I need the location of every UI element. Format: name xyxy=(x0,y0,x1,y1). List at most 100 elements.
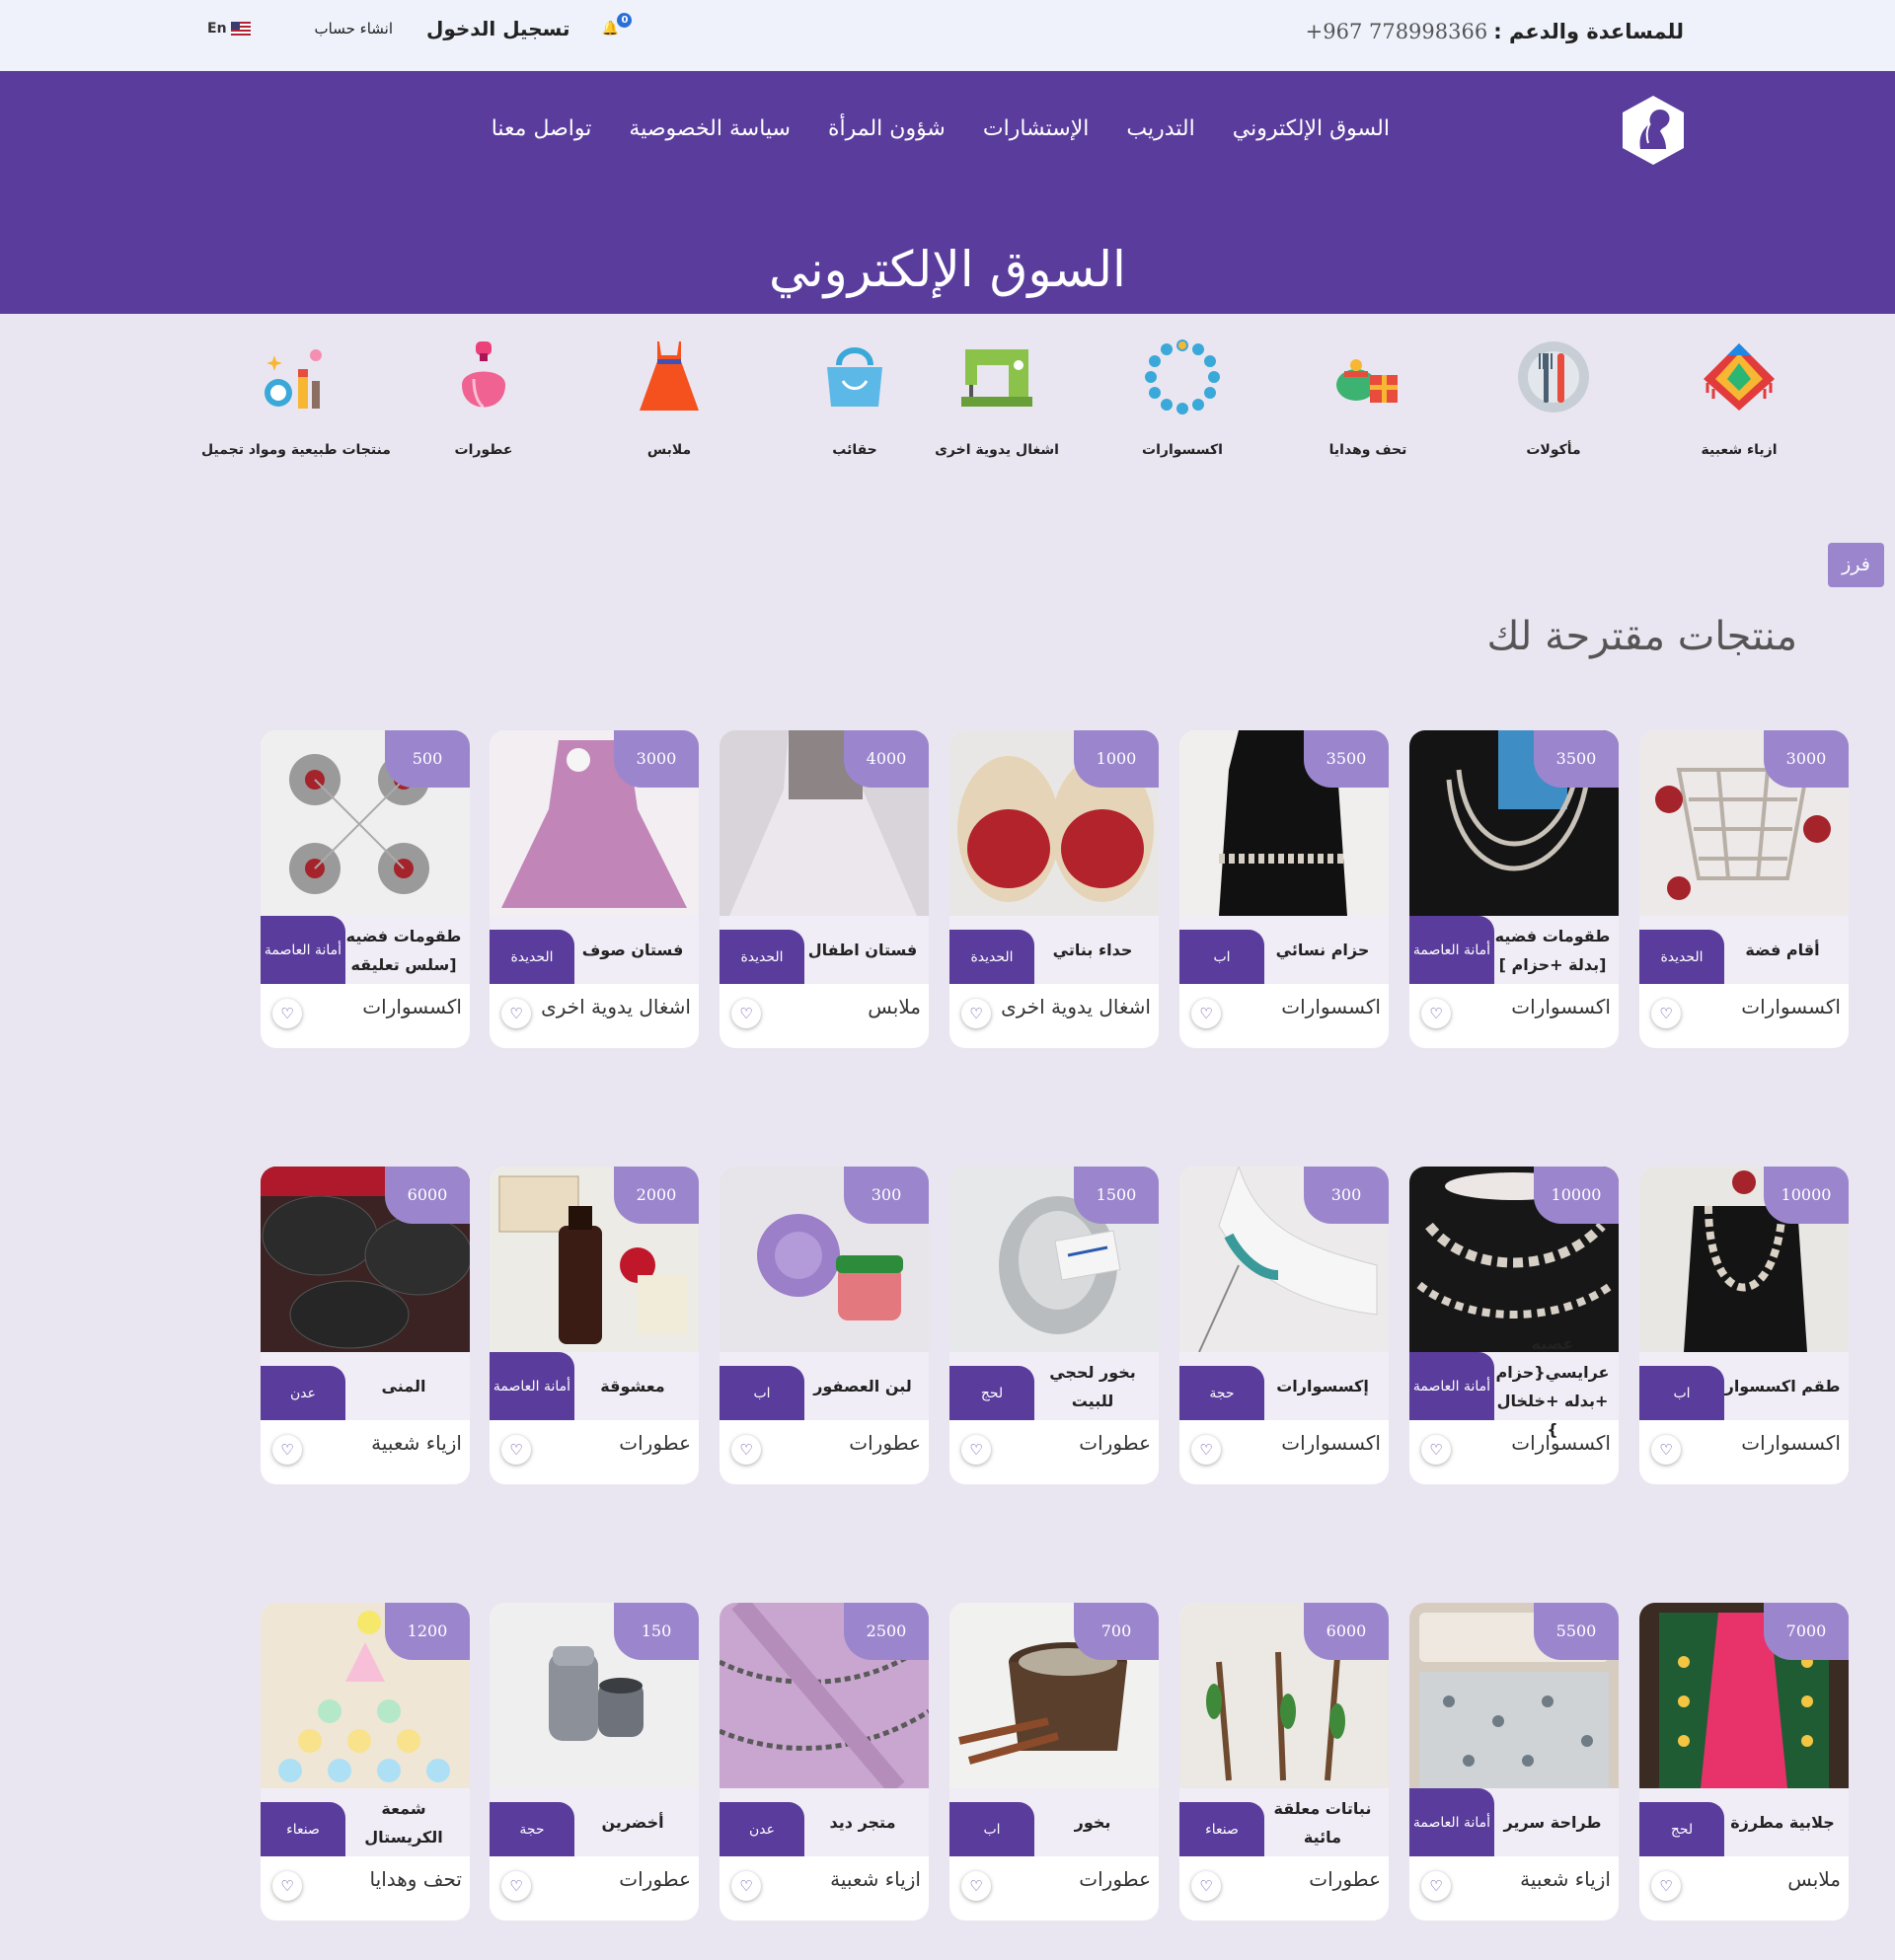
heart-icon[interactable]: ♡ xyxy=(1651,999,1681,1028)
category-natural-cosmetics[interactable]: منتجات طبيعية ومواد تجميل xyxy=(197,336,395,458)
product-card[interactable]: 10000 عصبه عرايسي{حزام +بدله +خلخال } أم… xyxy=(1409,1167,1619,1484)
sort-button[interactable]: فرز xyxy=(1828,543,1884,587)
product-card[interactable]: 3000 فستان صوف الحديدة اشغال يدوية اخرى … xyxy=(490,730,699,1048)
nav-consultations[interactable]: الإستشارات xyxy=(983,116,1090,141)
product-category[interactable]: عطورات xyxy=(1079,1867,1151,1891)
product-info: إكسسوارات حجة xyxy=(1179,1352,1389,1420)
product-category[interactable]: اكسسوارات xyxy=(1741,995,1841,1018)
nav-market[interactable]: السوق الإلكتروني xyxy=(1233,116,1390,141)
product-category[interactable]: اكسسوارات xyxy=(1511,995,1611,1018)
heart-icon[interactable]: ♡ xyxy=(501,1871,531,1901)
product-category[interactable]: ملابس xyxy=(868,995,921,1018)
page-title: السوق الإلكتروني xyxy=(769,241,1126,298)
product-category[interactable]: اشغال يدوية اخرى xyxy=(541,995,691,1018)
product-card[interactable]: 1500 بخور لحجي للبيت لحج عطورات ♡ xyxy=(949,1167,1159,1484)
category-traditional-fashion[interactable]: ازياء شعبية xyxy=(1640,336,1838,458)
site-logo[interactable] xyxy=(1621,94,1686,167)
product-category[interactable]: عطورات xyxy=(1309,1867,1381,1891)
nav-privacy[interactable]: سياسة الخصوصية xyxy=(629,116,791,141)
product-card[interactable]: 2500 متجر ديد عدن ازياء شعبية ♡ xyxy=(720,1603,929,1921)
heart-icon[interactable]: ♡ xyxy=(731,999,761,1028)
category-bags[interactable]: حقائب xyxy=(756,336,953,458)
product-card[interactable]: 500 طقومات فضيه [سلس تعليقه أمانة العاصم… xyxy=(261,730,470,1048)
heart-icon[interactable]: ♡ xyxy=(1421,1435,1451,1465)
product-category[interactable]: ازياء شعبية xyxy=(1520,1867,1611,1891)
product-card[interactable]: 300 إكسسوارات حجة اكسسوارات ♡ xyxy=(1179,1167,1389,1484)
category-label: منتجات طبيعية ومواد تجميل xyxy=(201,442,391,458)
product-price: 10000 xyxy=(1764,1167,1849,1224)
heart-icon[interactable]: ♡ xyxy=(272,1435,302,1465)
product-card[interactable]: 700 بخور اب عطورات ♡ xyxy=(949,1603,1159,1921)
product-category[interactable]: عطورات xyxy=(849,1431,921,1455)
product-category[interactable]: ازياء شعبية xyxy=(830,1867,921,1891)
category-perfumes[interactable]: عطورات xyxy=(385,336,582,458)
product-info: طراحة سرير أمانة العاصمة xyxy=(1409,1788,1619,1856)
product-location: الحديدة xyxy=(490,930,574,984)
support-phone[interactable]: +967 778998366 xyxy=(1306,20,1488,43)
product-category[interactable]: اشغال يدوية اخرى xyxy=(1001,995,1151,1018)
notification-bell[interactable]: 🔔 0 xyxy=(601,13,633,37)
product-category[interactable]: اكسسوارات xyxy=(1281,1431,1381,1455)
heart-icon[interactable]: ♡ xyxy=(1651,1871,1681,1901)
heart-icon[interactable]: ♡ xyxy=(501,1435,531,1465)
product-card[interactable]: 150 أخضرين حجة عطورات ♡ xyxy=(490,1603,699,1921)
product-card[interactable]: 10000 طقم اكسسوار اب اكسسوارات ♡ xyxy=(1639,1167,1849,1484)
category-gifts[interactable]: تحف وهدايا xyxy=(1269,336,1467,458)
heart-icon[interactable]: ♡ xyxy=(1651,1435,1681,1465)
nav-contact[interactable]: تواصل معنا xyxy=(492,116,592,141)
nav-women-affairs[interactable]: شؤون المرأة xyxy=(828,116,946,141)
heart-icon[interactable]: ♡ xyxy=(501,999,531,1028)
heart-icon[interactable]: ♡ xyxy=(961,1435,991,1465)
category-label: ملابس xyxy=(646,442,692,458)
nav-training[interactable]: التدريب xyxy=(1126,116,1194,141)
product-info: بخور اب xyxy=(949,1788,1159,1856)
login-link[interactable]: تسجيل الدخول xyxy=(426,17,569,40)
product-category[interactable]: اكسسوارات xyxy=(362,995,462,1018)
product-card[interactable]: 3000 أقام فضة الحديدة اكسسوارات ♡ xyxy=(1639,730,1849,1048)
product-card[interactable]: 3500 طقومات فضيه [بدلة +حزام ] أمانة الع… xyxy=(1409,730,1619,1048)
product-category[interactable]: عطورات xyxy=(619,1431,691,1455)
product-card[interactable]: 5500 طراحة سرير أمانة العاصمة ازياء شعبي… xyxy=(1409,1603,1619,1921)
product-info: المنى عدن xyxy=(261,1352,470,1420)
heart-icon[interactable]: ♡ xyxy=(272,999,302,1028)
category-food[interactable]: مأكولات xyxy=(1455,336,1652,458)
signup-link[interactable]: انشاء حساب xyxy=(315,20,393,38)
product-name: متجر ديد xyxy=(829,1813,896,1832)
product-category[interactable]: اكسسوارات xyxy=(1741,1431,1841,1455)
product-card[interactable]: 4000 فستان اطفال الحديدة ملابس ♡ xyxy=(720,730,929,1048)
product-card[interactable]: 2000 معشوقة أمانة العاصمة عطورات ♡ xyxy=(490,1167,699,1484)
product-card[interactable]: 7000 جلابية مطرزة لحج ملابس ♡ xyxy=(1639,1603,1849,1921)
language-switch[interactable]: En xyxy=(207,21,251,37)
heart-icon[interactable]: ♡ xyxy=(1421,999,1451,1028)
sewing-machine-icon xyxy=(961,349,1032,407)
product-card[interactable]: 3500 حزام نسائي اب اكسسوارات ♡ xyxy=(1179,730,1389,1048)
heart-icon[interactable]: ♡ xyxy=(1191,999,1221,1028)
product-card[interactable]: 1000 حداء بناتي الحديدة اشغال يدوية اخرى… xyxy=(949,730,1159,1048)
heart-icon[interactable]: ♡ xyxy=(1191,1871,1221,1901)
product-card[interactable]: 6000 نباتات معلقة مائية صنعاء عطورات ♡ xyxy=(1179,1603,1389,1921)
heart-icon[interactable]: ♡ xyxy=(961,1871,991,1901)
category-clothes[interactable]: ملابس xyxy=(570,336,768,458)
heart-icon[interactable]: ♡ xyxy=(961,999,991,1028)
product-card[interactable]: 1200 شمعة الكريستال صنعاء تحف وهدايا ♡ xyxy=(261,1603,470,1921)
heart-icon[interactable]: ♡ xyxy=(731,1871,761,1901)
product-price: 3000 xyxy=(614,730,699,788)
product-category[interactable]: تحف وهدايا xyxy=(370,1867,462,1891)
product-category[interactable]: ملابس xyxy=(1787,1867,1841,1891)
heart-icon[interactable]: ♡ xyxy=(272,1871,302,1901)
product-category[interactable]: عطورات xyxy=(1079,1431,1151,1455)
product-card[interactable]: 300 لبن العصفور اب عطورات ♡ xyxy=(720,1167,929,1484)
product-info: طقومات فضيه [بدلة +حزام ] أمانة العاصمة xyxy=(1409,916,1619,984)
product-info: حزام نسائي اب xyxy=(1179,916,1389,984)
product-category[interactable]: اكسسوارات xyxy=(1511,1431,1611,1455)
product-card[interactable]: 6000 المنى عدن ازياء شعبية ♡ xyxy=(261,1167,470,1484)
main-nav: السوق الإلكتروني التدريب الإستشارات شؤون… xyxy=(492,116,1390,141)
product-category[interactable]: ازياء شعبية xyxy=(371,1431,462,1455)
product-category[interactable]: اكسسوارات xyxy=(1281,995,1381,1018)
heart-icon[interactable]: ♡ xyxy=(1191,1435,1221,1465)
product-category[interactable]: عطورات xyxy=(619,1867,691,1891)
bead-bracelet-icon xyxy=(1145,339,1220,415)
heart-icon[interactable]: ♡ xyxy=(731,1435,761,1465)
heart-icon[interactable]: ♡ xyxy=(1421,1871,1451,1901)
category-accessories[interactable]: اكسسوارات xyxy=(1084,336,1281,458)
